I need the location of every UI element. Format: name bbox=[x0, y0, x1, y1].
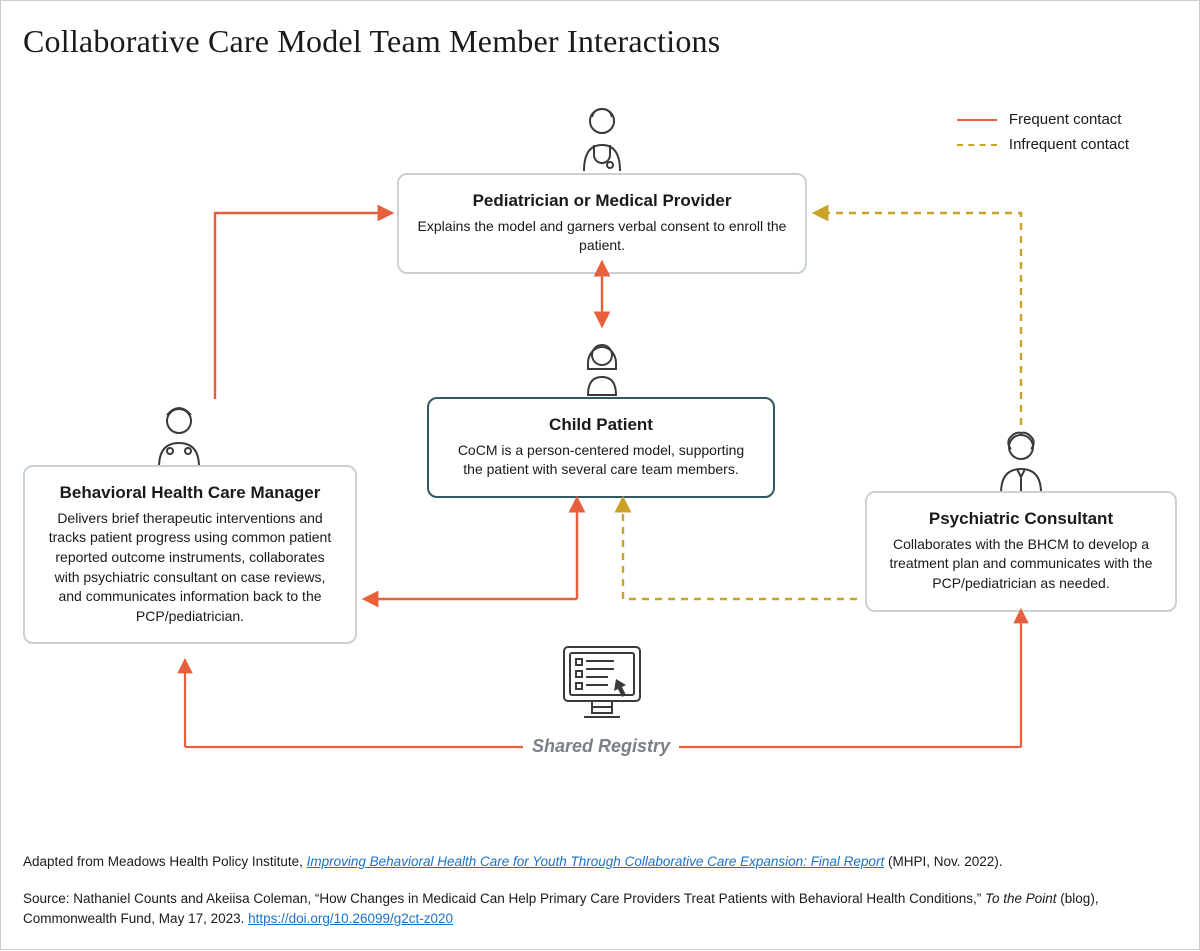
bhcm-desc: Delivers brief therapeutic interventions… bbox=[43, 509, 337, 627]
footer-notes: Adapted from Meadows Health Policy Insti… bbox=[23, 852, 1177, 929]
pediatrician-title: Pediatrician or Medical Provider bbox=[417, 189, 787, 213]
legend-infrequent-label: Infrequent contact bbox=[1009, 136, 1129, 153]
pediatrician-icon bbox=[566, 101, 638, 184]
footer-adapted-link[interactable]: Improving Behavioral Health Care for You… bbox=[307, 854, 885, 869]
legend-line-infrequent-icon bbox=[957, 144, 997, 146]
footer-source-pub: To the Point bbox=[985, 891, 1057, 906]
bhcm-title: Behavioral Health Care Manager bbox=[43, 481, 337, 505]
footer-adapted-prefix: Adapted from Meadows Health Policy Insti… bbox=[23, 854, 307, 869]
legend-line-frequent-icon bbox=[957, 119, 997, 121]
footer-source-prefix: Source: Nathaniel Counts and Akeiisa Col… bbox=[23, 891, 985, 906]
edge-psych-pediatrician-infrequent bbox=[815, 213, 1021, 425]
registry-icon bbox=[556, 641, 648, 732]
psych-consultant-title: Psychiatric Consultant bbox=[885, 507, 1157, 531]
footer-source-url[interactable]: https://doi.org/10.26099/g2ct-z020 bbox=[248, 911, 453, 926]
legend-frequent: Frequent contact bbox=[957, 111, 1129, 128]
legend-frequent-label: Frequent contact bbox=[1009, 111, 1122, 128]
child-patient-title: Child Patient bbox=[447, 413, 755, 437]
psych-consultant-desc: Collaborates with the BHCM to develop a … bbox=[885, 535, 1157, 594]
diagram-title: Collaborative Care Model Team Member Int… bbox=[23, 23, 720, 60]
psych-consultant-node: Psychiatric Consultant Collaborates with… bbox=[865, 491, 1177, 612]
legend-infrequent: Infrequent contact bbox=[957, 136, 1129, 153]
child-patient-desc: CoCM is a person-centered model, support… bbox=[447, 441, 755, 480]
pediatrician-node: Pediatrician or Medical Provider Explain… bbox=[397, 173, 807, 274]
child-patient-node: Child Patient CoCM is a person-centered … bbox=[427, 397, 775, 498]
shared-registry-label: Shared Registry bbox=[531, 736, 671, 757]
legend: Frequent contact Infrequent contact bbox=[957, 111, 1129, 161]
pediatrician-desc: Explains the model and garners verbal co… bbox=[417, 217, 787, 256]
edge-bhcm-pediatrician-frequent bbox=[215, 213, 391, 399]
footer-adapted-suffix: (MHPI, Nov. 2022). bbox=[888, 854, 1003, 869]
bhcm-node: Behavioral Health Care Manager Delivers … bbox=[23, 465, 357, 644]
